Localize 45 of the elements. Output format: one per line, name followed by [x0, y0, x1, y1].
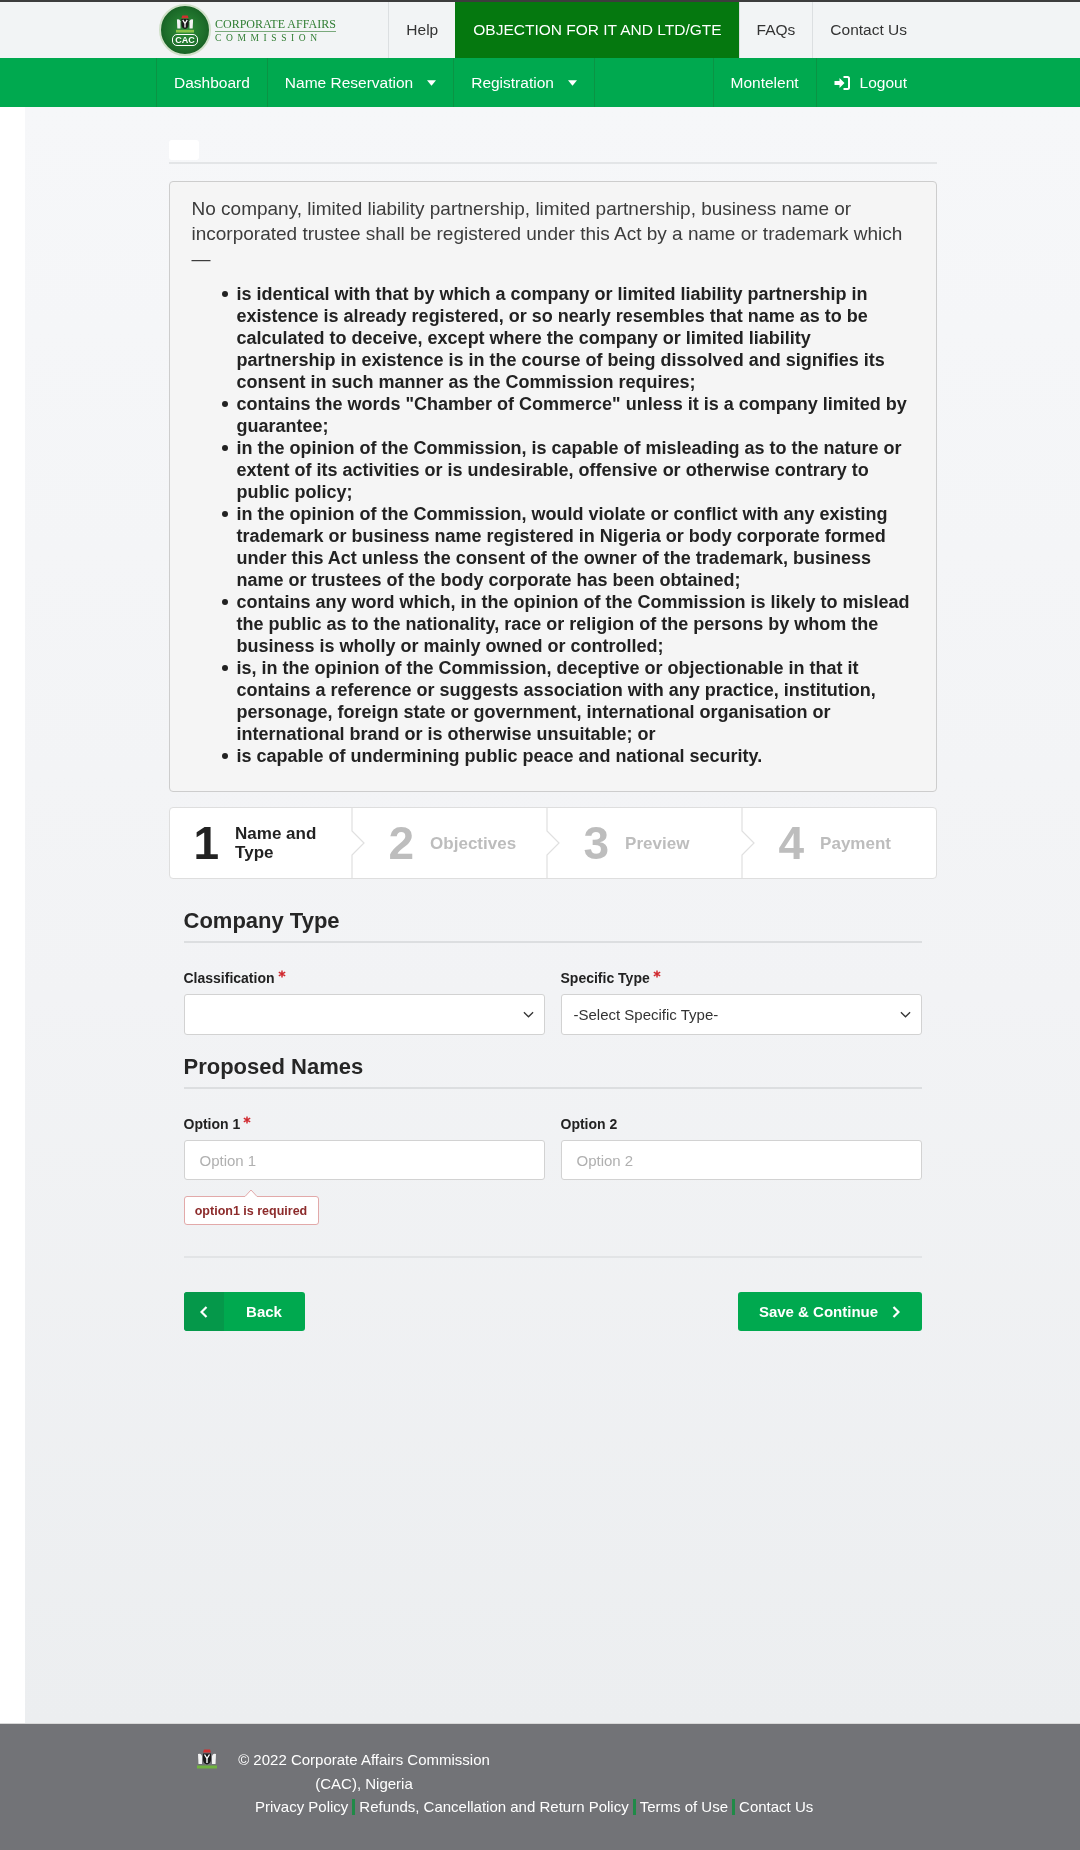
chevron-down-icon	[899, 1011, 911, 1018]
footer-link[interactable]: Contact Us	[739, 1796, 814, 1818]
field-label: Option 2	[560, 1115, 618, 1133]
chevron-right-icon	[892, 1305, 901, 1318]
logo-subtitle: COMMISSION	[215, 31, 323, 44]
text-input-field[interactable]: Option 2	[560, 1140, 922, 1180]
logo-title: CORPORATE AFFAIRS	[215, 16, 336, 32]
field-label: Classification	[183, 969, 275, 987]
arrow-into-bracket-icon	[833, 75, 850, 90]
logo-badge-text: CAC	[172, 33, 198, 46]
bullet-icon	[221, 599, 228, 605]
bullet-icon	[221, 665, 228, 671]
select-field[interactable]: -Select Specific Type-	[560, 994, 922, 1035]
bullet-icon	[221, 445, 228, 451]
notice-list-item: in the opinion of the Commission, is capable of misleading as to the nature or extent of its activities or is undesirable, offensive or otherwise contrary to public policy;	[236, 437, 903, 503]
footer-link[interactable]: Refunds, Cancellation and Return Policy	[359, 1796, 629, 1818]
field-label: Specific Type	[560, 969, 650, 987]
bullet-icon	[221, 291, 228, 297]
notice-list-item: contains the words "Chamber of Commerce" unless it is a company limited by guarantee;	[236, 393, 908, 437]
bullet-icon	[221, 753, 228, 759]
select-field[interactable]	[183, 994, 545, 1035]
notice-list-item: is capable of undermining public peace and national security.	[236, 745, 763, 767]
chevron-left-icon	[183, 1292, 224, 1331]
caret-down-icon	[567, 79, 577, 86]
error-tooltip: option1 is required	[183, 1188, 319, 1225]
notice-list-item: is identical with that by which a company or limited liability partnership in existence is already registered, or so nearly resembles that name as to be calculated to deceive, except where the company or limited liability partnership in existence is in the course of being dissolved and signifies its consent in such manner as the Commission requires;	[236, 283, 886, 393]
notice-intro: No company, limited liability partnership, limited partnership, business name or incorporated trustee shall be registered under this Act by a name or trademark which —	[191, 197, 904, 271]
copyright-text: © 2022 Corporate Affairs Commission (CAC), Nigeria	[237, 1750, 491, 1794]
chevron-down-icon	[522, 1011, 534, 1018]
bullet-icon	[221, 511, 228, 517]
footer-link[interactable]: Terms of Use	[639, 1796, 729, 1818]
section-heading: Company Type	[183, 907, 922, 943]
field-label: Option 1	[183, 1115, 241, 1133]
coat-of-arms-icon	[174, 14, 196, 33]
text-input-field[interactable]: Option 1	[183, 1140, 545, 1180]
section-heading: Proposed Names	[183, 1053, 922, 1089]
coat-of-arms-icon	[195, 1748, 219, 1770]
back-button[interactable]: Back	[183, 1292, 305, 1331]
header-link[interactable]: OBJECTION FOR IT AND LTD/GTE	[455, 2, 739, 58]
notice-list-item: in the opinion of the Commission, would violate or conflict with any existing trademark or business name registered in Nigeria or body corporate formed under this Act unless the consent of the owner of the trademark, business name or trustees of the body corporate has been obtained;	[236, 503, 889, 591]
footer-link[interactable]: Privacy Policy	[255, 1796, 349, 1818]
bullet-icon	[221, 401, 228, 407]
save-continue-button[interactable]: Save & Continue	[737, 1292, 922, 1331]
caret-down-icon	[427, 79, 437, 86]
notice-list-item: contains any word which, in the opinion of the Commission is likely to mislead the public as to the nationality, race or religion of the persons by whom the business is wholly or mainly owned or controlled;	[236, 591, 911, 657]
